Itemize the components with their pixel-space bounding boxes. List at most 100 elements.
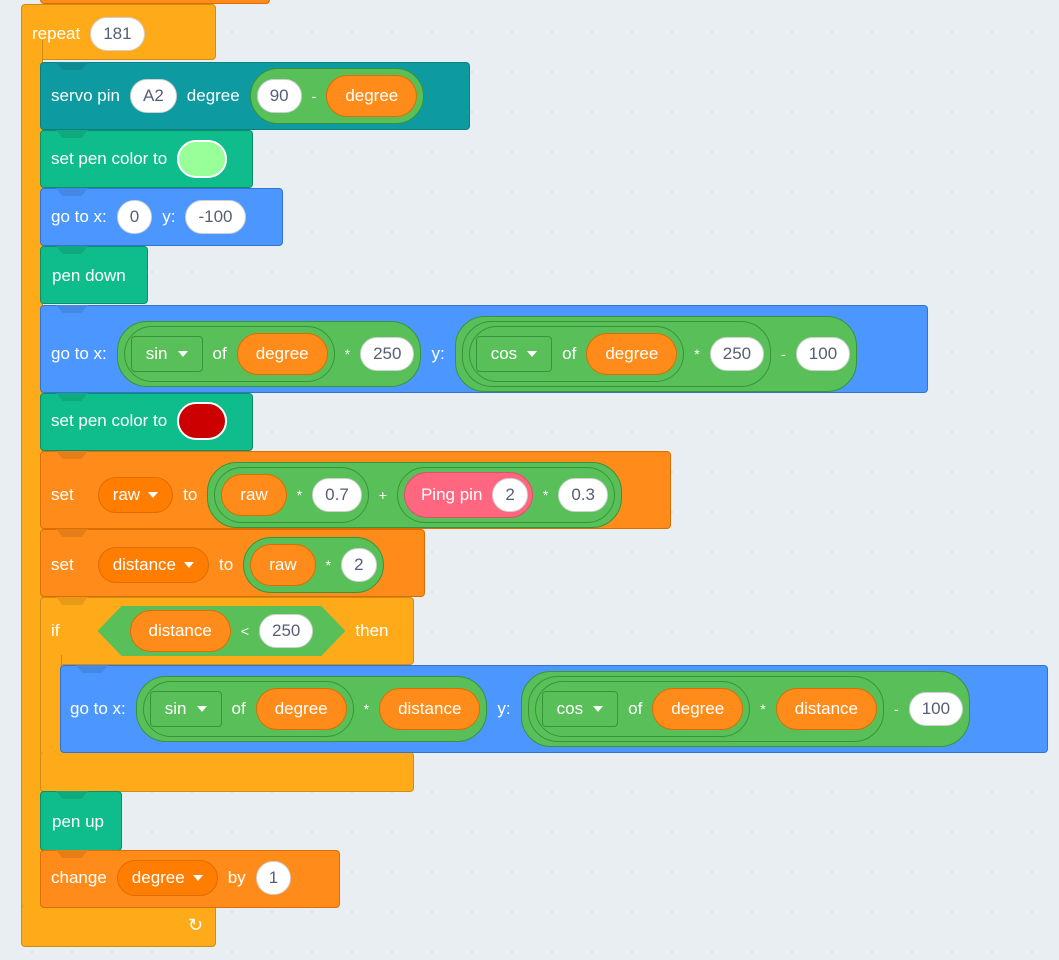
distance-variable[interactable]: distance	[130, 610, 231, 652]
repeat-count-input[interactable]: 181	[90, 17, 145, 51]
pen-down-label: pen down	[52, 266, 126, 285]
function-name: sin	[145, 344, 168, 363]
subtract-operator[interactable]: cos of degree * distance - 100	[520, 671, 971, 747]
set-pen-color-label: set pen color to	[51, 411, 168, 430]
multiply-symbol: *	[760, 701, 766, 717]
multiply-symbol: *	[344, 346, 351, 362]
pen-up-label: pen up	[52, 812, 104, 831]
if-block-arm[interactable]	[40, 655, 62, 765]
ping-pin-label: Ping pin	[420, 485, 483, 504]
multiply-operator[interactable]: cos of degree * distance	[527, 676, 885, 742]
trig-function-reporter[interactable]: sin of degree	[123, 326, 335, 382]
raw-variable[interactable]: raw	[250, 544, 316, 586]
subtrahend-input[interactable]: 100	[908, 692, 964, 726]
servo-value-input[interactable]: 90	[256, 79, 302, 113]
pen-color-swatch-green[interactable]	[177, 140, 228, 178]
variable-dropdown[interactable]: raw	[97, 477, 174, 513]
y-label: y:	[431, 344, 445, 363]
subtract-operator[interactable]: 90 - degree	[249, 68, 425, 124]
go-to-x-label: go to x:	[51, 207, 107, 226]
minus-symbol: -	[894, 701, 899, 717]
multiplier-input[interactable]: 250	[709, 337, 765, 371]
multiply-symbol: *	[363, 701, 370, 717]
multiply-symbol: *	[542, 487, 549, 503]
minus-symbol: -	[781, 346, 786, 362]
variable-name: raw	[112, 485, 141, 504]
function-name: cos	[490, 344, 518, 363]
trig-function-dropdown[interactable]: cos	[541, 691, 619, 727]
variable-name: distance	[112, 555, 177, 574]
multiply-operator[interactable]: cos of degree * 250	[461, 321, 772, 387]
degree-variable[interactable]: degree	[326, 75, 418, 117]
plus-symbol: +	[378, 487, 387, 503]
trig-function-dropdown[interactable]: cos	[475, 336, 553, 372]
trig-function-reporter[interactable]: cos of degree	[534, 681, 751, 737]
threshold-input[interactable]: 250	[259, 614, 313, 648]
less-than-symbol: <	[240, 623, 250, 639]
dropdown-arrow-icon	[196, 706, 207, 712]
subtrahend-input[interactable]: 100	[795, 337, 851, 371]
go-to-x-label: go to x:	[51, 344, 107, 363]
minus-symbol: -	[311, 88, 317, 104]
if-label: if	[51, 621, 60, 640]
dropdown-arrow-icon	[527, 351, 538, 357]
multiply-operator[interactable]: Ping pin 2 * 0.3	[396, 467, 615, 523]
weight-input[interactable]: 0.7	[312, 478, 362, 512]
of-label: of	[628, 699, 643, 718]
if-block-footer[interactable]	[40, 752, 414, 792]
add-operator[interactable]: raw * 0.7 + Ping pin 2 * 0.3	[207, 462, 622, 528]
repeat-label: repeat	[32, 24, 81, 43]
degree-variable[interactable]: degree	[586, 333, 678, 375]
y-label: y:	[497, 699, 511, 718]
distance-variable[interactable]: distance	[379, 688, 481, 730]
dropdown-arrow-icon	[593, 706, 604, 712]
multiply-operator[interactable]: raw * 0.7	[214, 467, 369, 523]
variable-dropdown[interactable]: degree	[116, 860, 218, 896]
weight-input[interactable]: 0.3	[558, 478, 608, 512]
servo-pin-label: servo pin	[51, 86, 120, 105]
multiply-operator[interactable]: sin of degree * 250	[116, 321, 422, 387]
pen-color-swatch-red[interactable]	[177, 402, 228, 440]
x-input[interactable]: 0	[116, 200, 153, 234]
dropdown-arrow-icon	[184, 562, 195, 568]
set-label: set	[51, 485, 74, 504]
change-amount-input[interactable]: 1	[255, 861, 292, 895]
trig-function-reporter[interactable]: cos of degree	[468, 326, 685, 382]
multiply-symbol: *	[296, 487, 303, 503]
multiply-symbol: *	[694, 346, 700, 362]
trig-function-dropdown[interactable]: sin	[130, 336, 203, 372]
dropdown-arrow-icon	[148, 492, 159, 498]
change-label: change	[51, 868, 107, 887]
variable-dropdown[interactable]: distance	[97, 547, 210, 583]
function-name: sin	[164, 699, 187, 718]
repeat-block-footer[interactable]	[21, 905, 216, 947]
then-label: then	[355, 621, 389, 640]
function-name: cos	[556, 699, 584, 718]
multiplier-input[interactable]: 250	[360, 337, 415, 371]
subtract-operator[interactable]: cos of degree * 250 - 100	[454, 316, 858, 392]
of-label: of	[562, 344, 577, 363]
servo-pin-input[interactable]: A2	[129, 79, 177, 113]
multiplier-input[interactable]: 2	[341, 548, 377, 582]
multiply-operator[interactable]: raw * 2	[243, 537, 384, 593]
less-than-condition[interactable]: distance < 250	[98, 606, 346, 656]
degree-variable[interactable]: degree	[236, 333, 328, 375]
ping-pin-reporter[interactable]: Ping pin 2	[403, 472, 533, 518]
multiply-operator[interactable]: sin of degree * distance	[135, 676, 488, 742]
ping-pin-input[interactable]: 2	[492, 478, 528, 512]
to-label: to	[183, 485, 198, 504]
y-label: y:	[162, 207, 176, 226]
distance-variable[interactable]: distance	[775, 688, 878, 730]
set-pen-color-label: set pen color to	[51, 149, 168, 168]
set-label: set	[51, 555, 74, 574]
dropdown-arrow-icon	[192, 875, 203, 881]
raw-variable[interactable]: raw	[221, 474, 287, 516]
servo-degree-label: degree	[186, 86, 240, 105]
y-input[interactable]: -100	[185, 200, 246, 234]
trig-function-dropdown[interactable]: sin	[149, 691, 222, 727]
dropdown-arrow-icon	[177, 351, 188, 357]
degree-variable[interactable]: degree	[652, 688, 744, 730]
degree-variable[interactable]: degree	[255, 688, 347, 730]
of-label: of	[212, 344, 227, 363]
trig-function-reporter[interactable]: sin of degree	[142, 681, 354, 737]
